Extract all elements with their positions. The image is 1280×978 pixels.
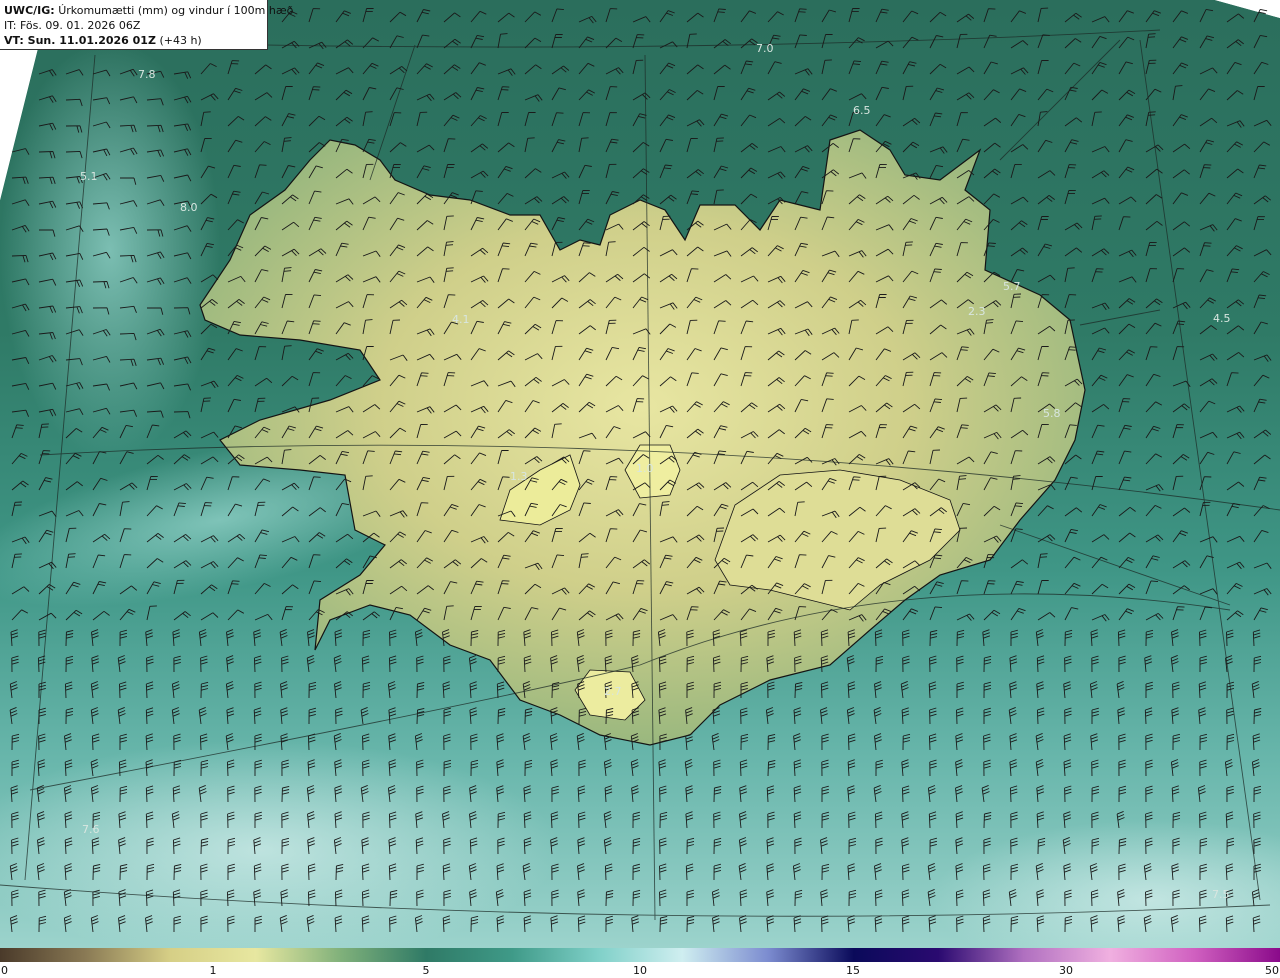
value-label: 1.0 bbox=[636, 462, 654, 475]
model-label: UWC/IG: bbox=[4, 4, 55, 17]
colorbar-tick: 10 bbox=[633, 964, 647, 977]
lead-time: (+43 h) bbox=[159, 34, 202, 47]
value-label: 4.5 bbox=[1213, 312, 1231, 325]
value-label: 5.1 bbox=[80, 170, 98, 183]
west-precip-band bbox=[0, 40, 220, 460]
colorbar-tick: 15 bbox=[846, 964, 860, 977]
init-time: IT: Fös. 09. 01. 2026 06Z bbox=[4, 19, 141, 32]
value-label: 7.5 bbox=[1212, 888, 1230, 901]
value-label: 7.0 bbox=[756, 42, 774, 55]
colorbar: 0 1 5 10 15 30 50 bbox=[0, 948, 1280, 978]
value-label: 8.0 bbox=[180, 201, 198, 214]
value-label: 4.1 bbox=[452, 313, 470, 326]
map-header: UWC/IG: Úrkomumætti (mm) og vindur í 100… bbox=[0, 0, 293, 50]
colorbar-tick: 0 bbox=[1, 964, 8, 977]
valid-time: VT: Sun. 11.01.2026 01Z bbox=[4, 34, 156, 47]
value-label: 6.5 bbox=[853, 104, 871, 117]
value-label: 5.8 bbox=[1043, 407, 1061, 420]
map-title: Úrkomumætti (mm) og vindur í 100m hæð bbox=[58, 4, 294, 17]
value-label: 1.3 bbox=[510, 470, 528, 483]
colorbar-tick: 30 bbox=[1059, 964, 1073, 977]
colorbar-tick: 50 bbox=[1265, 964, 1279, 977]
value-label: 5.7 bbox=[1003, 280, 1021, 293]
precipitation-map: 7.0 6.5 7.8 5.1 8.0 4.1 5.7 2.3 4.5 5.8 … bbox=[0, 0, 1280, 948]
value-label: 2.3 bbox=[968, 305, 986, 318]
colorbar-tick: 1 bbox=[209, 964, 217, 977]
value-label: 2.7 bbox=[604, 685, 622, 698]
value-label: 7.6 bbox=[82, 823, 100, 836]
colorbar-tick: 5 bbox=[422, 964, 430, 977]
colorbar-strip bbox=[0, 948, 1280, 962]
value-label: 7.8 bbox=[138, 68, 156, 81]
